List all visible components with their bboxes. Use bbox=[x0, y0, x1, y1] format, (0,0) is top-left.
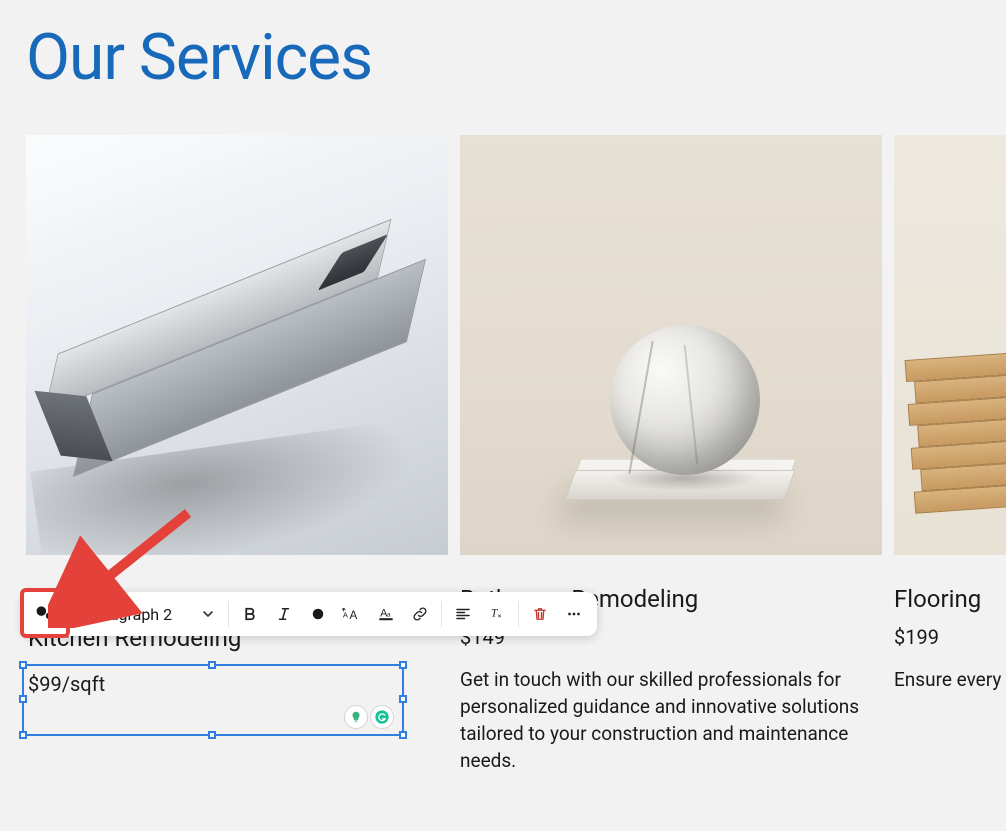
service-price-kitchen[interactable]: $99/sqft bbox=[24, 666, 402, 702]
more-button[interactable] bbox=[557, 597, 591, 631]
bold-button[interactable] bbox=[233, 597, 267, 631]
resize-handle[interactable] bbox=[399, 695, 407, 703]
service-card-bathroom: Bathroom Remodeling $149 Get in touch wi… bbox=[460, 135, 882, 775]
service-price-flooring[interactable]: $199 bbox=[894, 625, 1006, 649]
svg-text:×: × bbox=[498, 612, 502, 620]
svg-text:T: T bbox=[491, 607, 498, 619]
link-button[interactable] bbox=[403, 597, 437, 631]
text-style-select[interactable]: Paragraph 2 bbox=[74, 592, 224, 636]
font-size-button[interactable]: A A bbox=[335, 597, 369, 631]
align-button[interactable] bbox=[446, 597, 480, 631]
clear-format-icon: T × bbox=[488, 605, 506, 623]
align-left-icon bbox=[454, 605, 472, 623]
text-color-button[interactable]: A a bbox=[369, 597, 403, 631]
service-card-flooring: Flooring $199 Ensure every project meets… bbox=[894, 135, 1006, 775]
resize-handle[interactable] bbox=[399, 731, 407, 739]
service-image-flooring[interactable] bbox=[894, 135, 1006, 555]
trash-icon bbox=[531, 605, 549, 623]
lightbulb-icon bbox=[349, 710, 363, 724]
resize-handle[interactable] bbox=[208, 661, 216, 669]
link-icon bbox=[410, 605, 430, 623]
svg-text:A: A bbox=[343, 610, 348, 619]
grammarly-icon bbox=[374, 709, 390, 725]
text-toolbar: Paragraph 2 A A A a T × bbox=[22, 592, 597, 636]
color-button[interactable] bbox=[301, 597, 335, 631]
resize-handle[interactable] bbox=[208, 731, 216, 739]
service-desc-bathroom[interactable]: Get in touch with our skilled profession… bbox=[460, 667, 882, 775]
ai-sparkle-button[interactable] bbox=[20, 588, 70, 638]
svg-text:a: a bbox=[387, 612, 391, 619]
resize-handle[interactable] bbox=[19, 695, 27, 703]
service-desc-flooring[interactable]: Ensure every project meets top safety st… bbox=[894, 667, 1006, 694]
chevron-down-icon bbox=[202, 608, 214, 620]
service-image-bathroom[interactable] bbox=[460, 135, 882, 555]
italic-button[interactable] bbox=[267, 597, 301, 631]
resize-handle[interactable] bbox=[19, 661, 27, 669]
ai-sparkle-icon bbox=[34, 602, 56, 624]
bold-icon bbox=[241, 605, 259, 623]
service-title-flooring[interactable]: Flooring bbox=[894, 585, 1006, 613]
service-image-kitchen[interactable] bbox=[26, 135, 448, 555]
grammarly-bubble[interactable] bbox=[370, 705, 394, 729]
suggestion-bubble[interactable] bbox=[344, 705, 368, 729]
assist-bubbles bbox=[344, 705, 394, 729]
svg-text:A: A bbox=[350, 609, 358, 622]
resize-handle[interactable] bbox=[399, 661, 407, 669]
italic-icon bbox=[275, 605, 293, 623]
text-color-icon: A a bbox=[376, 605, 396, 623]
font-size-icon: A A bbox=[342, 605, 362, 623]
more-horizontal-icon bbox=[565, 605, 583, 623]
text-style-label: Paragraph 2 bbox=[86, 605, 172, 624]
clear-format-button[interactable]: T × bbox=[480, 597, 514, 631]
color-dot-icon bbox=[309, 605, 327, 623]
delete-button[interactable] bbox=[523, 597, 557, 631]
resize-handle[interactable] bbox=[19, 731, 27, 739]
page-title: Our Services bbox=[26, 20, 1006, 95]
